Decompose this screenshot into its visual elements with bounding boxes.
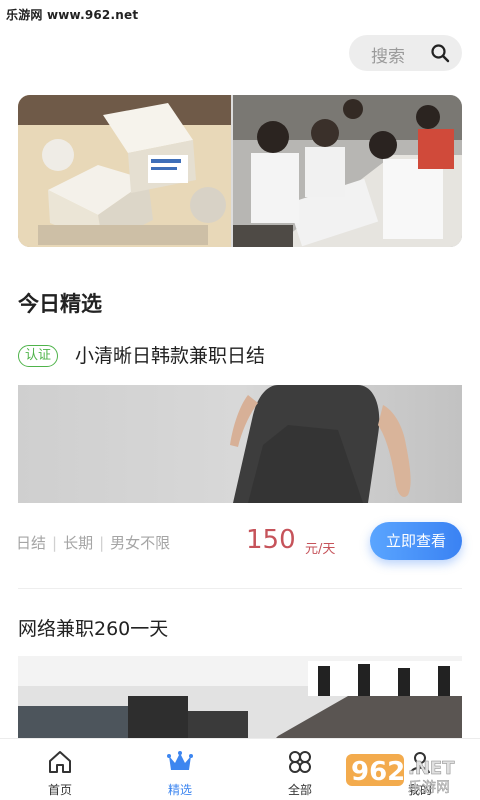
job-title[interactable]: 网络兼职260一天 <box>18 614 168 641</box>
tab-label: 全部 <box>287 783 312 797</box>
tab-featured[interactable]: 精选 <box>120 739 240 800</box>
job-tags: 日结 | 长期 | 男女不限 <box>16 532 170 553</box>
view-now-button[interactable]: 立即查看 <box>370 522 462 560</box>
tag-daily-pay: 日结 <box>16 534 47 552</box>
divider <box>18 588 462 589</box>
tag-separator: | <box>99 533 105 552</box>
site-watermark: 乐游网 www.962.net <box>6 8 139 22</box>
tab-label: 精选 <box>167 783 192 797</box>
crown-icon <box>167 751 193 770</box>
site-logo-watermark: 962 .NET 乐游网 <box>346 754 455 796</box>
banner-image-workers <box>233 95 462 247</box>
tag-any-gender: 男女不限 <box>110 534 171 552</box>
job-title[interactable]: 小清晰日韩款兼职日结 <box>75 341 265 368</box>
banner-image-products <box>18 95 231 247</box>
job-image[interactable] <box>18 656 462 746</box>
home-icon <box>49 751 71 773</box>
promo-banner[interactable] <box>18 95 462 247</box>
svg-text:.NET: .NET <box>408 758 455 779</box>
tab-home[interactable]: 首页 <box>0 739 120 800</box>
search-label: 搜索 <box>371 47 405 67</box>
svg-text:962: 962 <box>351 757 405 787</box>
tab-all[interactable]: 全部 <box>240 739 360 800</box>
clover-icon <box>289 751 311 773</box>
tag-separator: | <box>52 533 58 552</box>
job-price-unit: 元/天 <box>305 542 336 557</box>
search-bar[interactable]: 搜索 <box>349 35 462 71</box>
section-title: 今日精选 <box>18 292 102 316</box>
tag-long-term: 长期 <box>63 534 94 552</box>
verified-badge: 认证 <box>18 345 59 367</box>
svg-text:乐游网: 乐游网 <box>408 780 450 796</box>
job-price: 150 <box>246 525 296 555</box>
search-icon <box>431 44 450 63</box>
job-image[interactable] <box>18 385 462 503</box>
tab-label: 首页 <box>47 783 72 797</box>
